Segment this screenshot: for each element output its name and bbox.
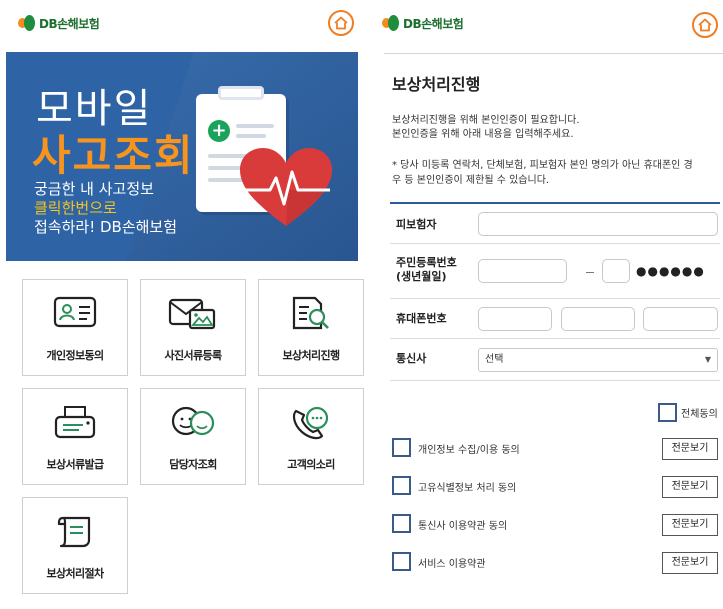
right-screen: DB손해보험 보상처리진행 보상처리진행을 위해 본인인증이 필요합니다. 본인… — [364, 0, 723, 609]
carrier-label: 통신사 — [396, 352, 427, 365]
menu-label: 보상서류발급 — [46, 458, 104, 471]
menu-label: 담당자조회 — [169, 458, 217, 471]
auth-notice-2: 우 등 본인인증이 제한될 수 있습니다. — [392, 175, 550, 186]
db-logo[interactable]: DB손해보험 — [18, 15, 100, 32]
menu-claim-procedure[interactable]: 보상처리절차 — [22, 497, 128, 594]
auth-notice-1: * 당사 미등록 연락처, 단체보험, 피보험자 본인 명의가 아닌 휴대폰인 … — [392, 160, 693, 171]
menu-label: 고객의소리 — [287, 458, 335, 471]
auth-description-2: 본인인증을 위해 아래 내용을 입력해주세요. — [392, 129, 574, 140]
menu-privacy-consent[interactable]: 개인정보동의 — [22, 279, 128, 376]
form-row-insured: 피보험자 — [390, 204, 720, 244]
view-full-text-button[interactable]: 전문보기 — [662, 438, 718, 460]
banner-title-2: 사고조회 — [32, 131, 195, 180]
chat-phone-icon — [292, 406, 329, 440]
logo-text: DB손해보험 — [403, 16, 464, 31]
home-icon — [334, 16, 348, 30]
menu-label: 보상처리진행 — [282, 349, 340, 362]
form-row-phone: 휴대폰번호 — [390, 299, 720, 339]
phone-label: 휴대폰번호 — [396, 312, 447, 325]
agree-all-checkbox[interactable] — [658, 403, 677, 422]
photo-envelope-icon — [168, 298, 216, 330]
menu-contact-lookup[interactable]: 담당자조회 — [140, 388, 246, 485]
insured-name-input[interactable] — [478, 212, 718, 236]
consent-privacy-label: 개인정보 수집/이용 동의 — [418, 445, 520, 456]
logo-text: DB손해보험 — [39, 16, 100, 31]
banner-line-3: 접속하라! DB손해보험 — [34, 218, 178, 236]
agree-all-label: 전체동의 — [681, 409, 718, 420]
consent-carrier-terms-checkbox[interactable] — [392, 514, 411, 533]
menu-customer-voice[interactable]: 고객의소리 — [258, 388, 364, 485]
home-icon — [698, 18, 712, 32]
consent-unique-id-label: 고유식별정보 처리 동의 — [418, 483, 517, 494]
banner-line-1: 궁금한 내 사고정보 — [34, 180, 154, 198]
consent-carrier-terms-label: 통신사 이용약관 동의 — [418, 521, 508, 532]
header-divider — [384, 53, 723, 54]
db-logo[interactable]: DB손해보험 — [382, 15, 464, 32]
db-logo-icon — [18, 15, 36, 31]
menu-document-issue[interactable]: 보상서류발급 — [22, 388, 128, 485]
phone-part2-input[interactable] — [561, 307, 635, 331]
rrn-label: 주민등록번호 (생년월일) — [396, 256, 457, 283]
phone-part3-input[interactable] — [643, 307, 718, 331]
dropdown-arrow-icon: ▼ — [704, 355, 711, 364]
heart-icon — [240, 148, 332, 226]
left-screen: DB손해보험 모바일 사고조회 궁금한 내 사고정보 클릭한번으로 접속하라! … — [0, 0, 364, 609]
form-row-rrn: 주민등록번호 (생년월일) ●●●●●● — [390, 244, 720, 299]
rrn-dash — [586, 272, 594, 273]
menu-claim-progress[interactable]: 보상처리진행 — [258, 279, 364, 376]
left-header: DB손해보험 — [18, 0, 100, 46]
accident-inquiry-banner: 모바일 사고조회 궁금한 내 사고정보 클릭한번으로 접속하라! DB손해보험 … — [6, 52, 358, 261]
home-button[interactable] — [692, 12, 718, 38]
printer-icon — [54, 406, 96, 439]
db-logo-icon — [382, 15, 400, 31]
carrier-select[interactable]: 선택 ▼ — [478, 348, 718, 372]
page-title: 보상처리진행 — [392, 75, 481, 94]
rrn-back-digit-input[interactable] — [602, 259, 630, 283]
medical-cross-icon: + — [208, 120, 230, 142]
auth-description-1: 보상처리진행을 위해 본인인증이 필요합니다. — [392, 115, 580, 126]
contact-persons-icon — [171, 406, 215, 436]
form-row-carrier: 통신사 선택 ▼ — [390, 339, 720, 381]
menu-label: 개인정보동의 — [46, 349, 104, 362]
insured-label: 피보험자 — [396, 218, 437, 231]
phone-part1-input[interactable] — [478, 307, 552, 331]
home-button[interactable] — [328, 10, 354, 36]
banner-line-2: 클릭한번으로 — [34, 199, 117, 217]
id-card-icon — [53, 296, 97, 328]
scroll-document-icon — [57, 516, 91, 548]
view-full-text-button[interactable]: 전문보기 — [662, 476, 718, 498]
rrn-masked-digits: ●●●●●● — [636, 264, 705, 278]
menu-photo-upload[interactable]: 사진서류등록 — [140, 279, 246, 376]
document-search-icon — [292, 296, 329, 330]
consent-privacy-checkbox[interactable] — [392, 438, 411, 457]
consent-service-terms-checkbox[interactable] — [392, 552, 411, 571]
view-full-text-button[interactable]: 전문보기 — [662, 552, 718, 574]
consent-service-terms-label: 서비스 이용약관 — [418, 559, 486, 570]
right-header: DB손해보험 — [382, 0, 464, 46]
menu-label: 사진서류등록 — [164, 349, 222, 362]
view-full-text-button[interactable]: 전문보기 — [662, 514, 718, 536]
carrier-select-value: 선택 — [485, 354, 504, 365]
consent-unique-id-checkbox[interactable] — [392, 476, 411, 495]
rrn-front-input[interactable] — [478, 259, 567, 283]
menu-label: 보상처리절차 — [46, 567, 104, 580]
